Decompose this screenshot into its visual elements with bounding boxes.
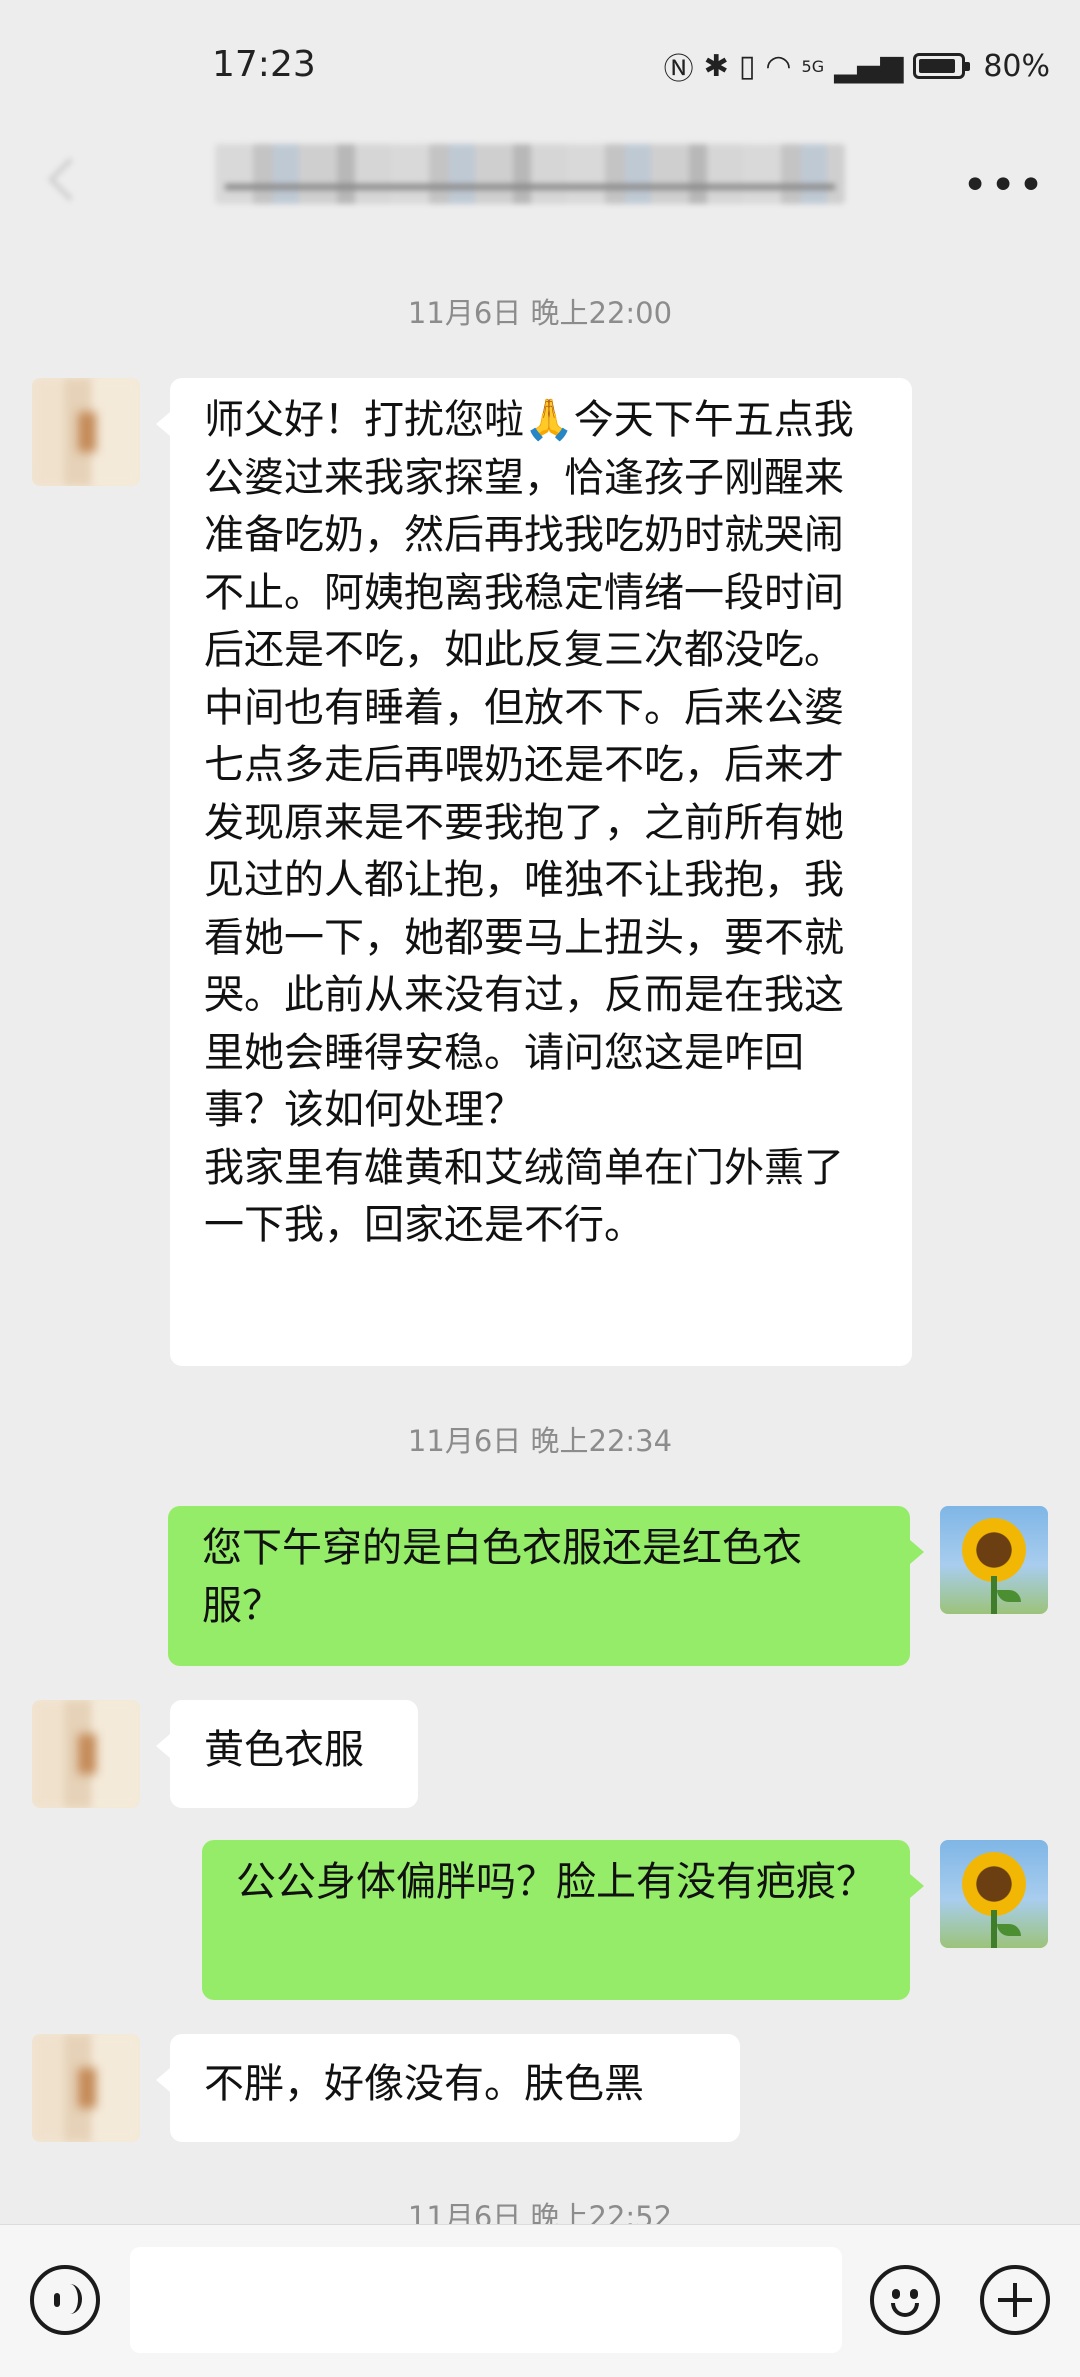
signal-icon: ▂▄▆ bbox=[834, 48, 904, 84]
sunflower-icon bbox=[962, 1852, 1026, 1916]
network-type: 5G bbox=[801, 56, 825, 76]
message-bubble-sent[interactable]: 公公身体偏胖吗？脸上有没有疤痕？ bbox=[202, 1840, 924, 2000]
battery-icon bbox=[913, 53, 971, 79]
avatar-me[interactable] bbox=[940, 1840, 1048, 1948]
more-icon[interactable]: ••• bbox=[962, 160, 1046, 211]
bluetooth-icon: ✱ bbox=[703, 48, 729, 84]
plus-icon[interactable] bbox=[980, 2265, 1050, 2335]
message-input[interactable] bbox=[130, 2247, 842, 2353]
system-icons: Ⓝ ✱ ▯ ◠ 5G ▂▄▆ 80% bbox=[664, 44, 1050, 88]
avatar-me[interactable] bbox=[940, 1506, 1048, 1614]
avatar-contact[interactable] bbox=[32, 1700, 140, 1808]
emoji-icon[interactable] bbox=[870, 2265, 940, 2335]
timestamp: 11月6日 晚上22:34 bbox=[407, 1424, 673, 1458]
message-bubble-received[interactable]: 黄色衣服 bbox=[156, 1700, 418, 1808]
sunflower-icon bbox=[962, 1518, 1026, 1582]
nfc-icon: Ⓝ bbox=[663, 52, 694, 87]
back-button[interactable] bbox=[30, 152, 90, 212]
vibrate-icon: ▯ bbox=[738, 48, 756, 84]
timestamp: 11月6日 晚上22:00 bbox=[407, 296, 673, 330]
chat-title-blurred bbox=[215, 144, 845, 204]
wifi-icon: ◠ bbox=[765, 48, 792, 84]
input-bar bbox=[0, 2224, 1080, 2377]
voice-icon[interactable] bbox=[30, 2265, 100, 2335]
avatar-contact[interactable] bbox=[32, 2034, 140, 2142]
battery-level: 80% bbox=[983, 48, 1050, 84]
status-bar: 17:23 Ⓝ ✱ ▯ ◠ 5G ▂▄▆ 80% bbox=[0, 0, 1080, 130]
message-bubble-received[interactable]: 师父好！打扰您啦🙏今天下午五点我公婆过来我家探望，恰逢孩子刚醒来准备吃奶，然后再… bbox=[156, 378, 912, 1366]
avatar-contact[interactable] bbox=[32, 378, 140, 486]
message-bubble-received[interactable]: 不胖，好像没有。肤色黑 bbox=[156, 2034, 740, 2142]
message-bubble-sent[interactable]: 您下午穿的是白色衣服还是红色衣服？ bbox=[168, 1506, 924, 1666]
chat-header: ••• bbox=[0, 130, 1080, 250]
status-time: 17:23 bbox=[212, 44, 316, 85]
